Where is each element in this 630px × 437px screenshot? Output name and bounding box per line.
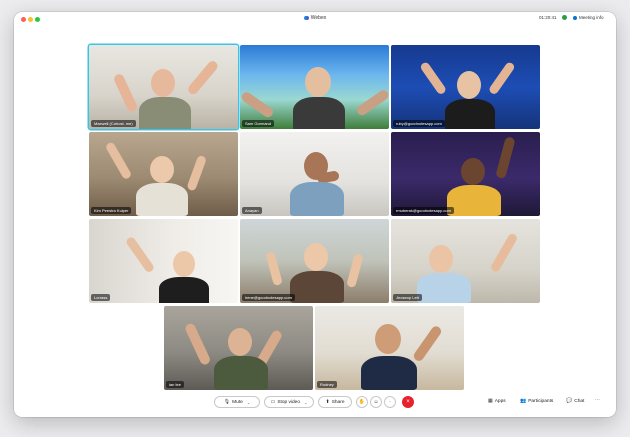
apps-grid-icon: ▦ — [488, 398, 493, 404]
chevron-down-icon[interactable]: ⌄ — [304, 400, 307, 405]
app-title: Webex — [14, 15, 616, 21]
apps-button[interactable]: ▦ Apps — [488, 398, 506, 404]
participant-name: ian lee — [166, 381, 184, 388]
close-icon: × — [406, 399, 410, 405]
microphone-icon: 🎙 — [223, 399, 231, 405]
share-screen-icon: ⬆ — [325, 399, 330, 405]
chat-button[interactable]: 💬 Chat — [566, 398, 584, 404]
participant-name: Lorrass — [91, 294, 111, 301]
mute-button[interactable]: 🎙 Mute ⌄ — [214, 396, 260, 408]
participant-name: Maxwell (Cohost, me) — [91, 120, 136, 127]
hand-icon: ✋ — [358, 399, 366, 405]
participant-name: irene@goodnotesapp.com — [242, 294, 295, 301]
stop-video-button[interactable]: ▭ Stop video ⌄ — [264, 396, 314, 408]
video-tile-irene[interactable]: irene@goodnotesapp.com — [240, 219, 389, 303]
participant-name: Rodney — [317, 381, 337, 388]
video-tile-sam[interactable]: Sam Gormand — [240, 45, 389, 129]
video-tile-rodney[interactable]: Rodney — [315, 306, 464, 390]
participants-button[interactable]: 👥 Participants — [520, 398, 553, 404]
chevron-down-icon[interactable]: ⌄ — [247, 400, 250, 405]
participant-name: rmuberak@goodnotesapp.com — [393, 207, 454, 214]
more-options-button[interactable]: · — [384, 396, 396, 408]
reactions-button[interactable]: ☺ — [370, 396, 382, 408]
meeting-timer: 01:20:41 — [539, 15, 557, 20]
smiley-icon: ☺ — [373, 399, 379, 405]
more-icon: · — [389, 399, 391, 405]
meeting-controls: 🎙 Mute ⌄ ▭ Stop video ⌄ ⬆ Share ✋ ☺ · × … — [14, 392, 616, 412]
webex-logo-icon — [303, 15, 309, 20]
share-button[interactable]: ⬆ Share — [318, 396, 352, 408]
overflow-menu-button[interactable]: ··· — [595, 398, 600, 403]
video-tile-anayan[interactable]: Anayan — [240, 132, 389, 216]
video-tile-kim[interactable]: Kim Peestra Kuiper — [89, 132, 238, 216]
video-tile-rmuberak[interactable]: rmuberak@goodnotesapp.com — [391, 132, 540, 216]
participant-name: Jeoseop Lett — [393, 294, 422, 301]
chat-bubble-icon: 💬 — [566, 398, 573, 404]
security-shield-icon[interactable] — [562, 15, 567, 20]
end-call-button[interactable]: × — [402, 396, 414, 408]
video-tile-ian[interactable]: ian lee — [164, 306, 313, 390]
video-tile-lorrass[interactable]: Lorrass — [89, 219, 238, 303]
people-icon: 👥 — [520, 398, 527, 404]
participant-name: Anayan — [242, 207, 262, 214]
video-tile-maxwell[interactable]: Maxwell (Cohost, me) — [89, 45, 238, 129]
title-bar: Webex 01:20:41 Meeting info — [14, 12, 616, 26]
participant-name: Sam Gormand — [242, 120, 275, 127]
webex-window: Webex 01:20:41 Meeting info Maxwell (Coh… — [14, 12, 616, 417]
video-tile-ruby[interactable]: ruby@goodnotesapp.com — [391, 45, 540, 129]
raise-hand-button[interactable]: ✋ — [356, 396, 368, 408]
video-camera-icon: ▭ — [270, 399, 276, 405]
participant-name: Kim Peestra Kuiper — [91, 207, 132, 214]
info-icon — [573, 15, 577, 20]
participant-name: ruby@goodnotesapp.com — [393, 120, 445, 127]
meeting-info-button[interactable]: Meeting info — [573, 15, 604, 20]
video-tile-jeoseop[interactable]: Jeoseop Lett — [391, 219, 540, 303]
